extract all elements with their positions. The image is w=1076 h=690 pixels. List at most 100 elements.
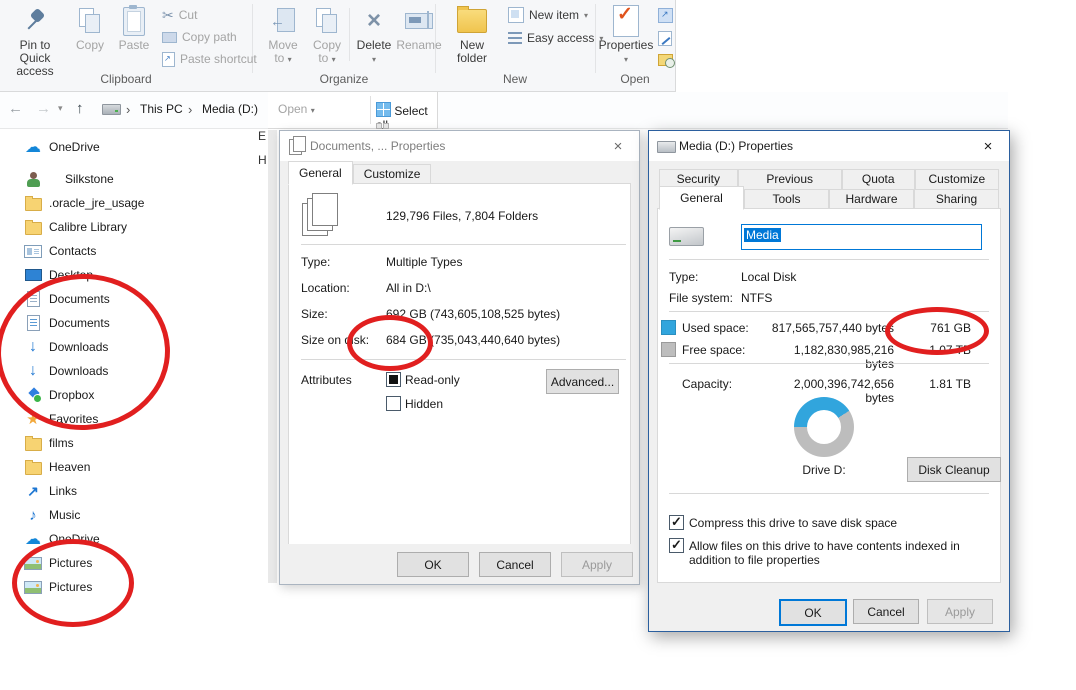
group-label-new: New (440, 72, 590, 86)
pin-to-quick-access-button[interactable]: Pin to Quick access (4, 3, 66, 78)
group-divider (349, 8, 350, 61)
edit-button[interactable] (658, 31, 672, 46)
partial-icon (383, 123, 389, 129)
group-label-clipboard: Clipboard (40, 72, 212, 86)
location-value: All in D:\ (386, 281, 431, 295)
divider (301, 359, 626, 360)
tab-tools[interactable]: Tools (744, 189, 829, 210)
cancel-button[interactable]: Cancel (479, 552, 551, 577)
tab-general[interactable]: General (288, 161, 353, 185)
sidebar-item-favorites[interactable]: ★ Favorites (24, 407, 98, 431)
move-to-icon (270, 7, 296, 35)
ok-button[interactable]: OK (779, 599, 847, 626)
size-value: 692 GB (743,605,108,525 bytes) (386, 307, 560, 321)
open-menu-button[interactable]: Open ▾ (278, 102, 315, 116)
breadcrumb-this-pc[interactable]: This PC (140, 102, 183, 116)
read-only-checkbox[interactable] (386, 372, 401, 387)
dropdown-caret-icon: ▾ (288, 55, 292, 64)
sidebar-item-links[interactable]: ↗ Links (24, 479, 77, 503)
ok-button[interactable]: OK (397, 552, 469, 577)
new-item-button[interactable]: New item ▾ (508, 7, 588, 23)
up-arrow-icon[interactable]: ↑ (76, 100, 84, 117)
tab-previous-versions[interactable]: Previous Versions (738, 169, 842, 190)
sidebar-item-dropbox[interactable]: Dropbox (24, 383, 94, 407)
tab-customize[interactable]: Customize (915, 169, 999, 190)
sidebar-item-pictures[interactable]: Pictures (24, 551, 92, 575)
copy-path-button[interactable]: Copy path (162, 29, 237, 45)
documents-properties-dialog: Documents, ... Properties × General Cust… (279, 130, 640, 585)
sidebar-item-contacts[interactable]: Contacts (24, 239, 96, 263)
disk-cleanup-button[interactable]: Disk Cleanup (907, 457, 1001, 482)
read-only-label: Read-only (405, 373, 460, 387)
apply-button[interactable]: Apply (927, 599, 993, 624)
hidden-checkbox[interactable] (386, 396, 401, 411)
sidebar-item-user[interactable]: Silkstone (24, 167, 114, 191)
tab-strip-row-2: General Tools Hardware Sharing (659, 189, 999, 210)
rename-button[interactable]: Rename (396, 3, 442, 52)
sidebar-item-downloads[interactable]: ↓ Downloads (24, 359, 108, 383)
tab-quota[interactable]: Quota (842, 169, 915, 190)
sidebar-item-documents[interactable]: Documents (24, 311, 110, 335)
dialog-footer: OK Cancel Apply (649, 589, 1009, 631)
folder-icon (24, 220, 42, 235)
easy-access-button[interactable]: Easy access ▾ (508, 30, 603, 46)
sidebar-item-onedrive[interactable]: ☁ OneDrive (24, 135, 100, 159)
allow-indexing-checkbox[interactable] (669, 538, 684, 553)
close-icon[interactable]: × (597, 131, 639, 161)
cancel-button[interactable]: Cancel (853, 599, 919, 624)
sidebar-item-onedrive[interactable]: ☁ OneDrive (24, 527, 100, 551)
back-arrow-icon[interactable]: ← (8, 100, 23, 117)
copy-button[interactable]: Copy (70, 3, 110, 52)
sidebar-item-oracle-jre-usage[interactable]: .oracle_jre_usage (24, 191, 144, 215)
close-icon[interactable]: × (967, 131, 1009, 161)
drive-name-input[interactable]: Media (741, 224, 982, 250)
dialog-titlebar[interactable]: Documents, ... Properties × (280, 131, 639, 161)
new-folder-button[interactable]: New folder (446, 3, 498, 65)
divider (669, 363, 989, 364)
sidebar-item-desktop[interactable]: Desktop (24, 263, 93, 287)
copy-to-icon (315, 7, 339, 35)
desktop-icon (24, 269, 42, 281)
open-button[interactable] (658, 8, 673, 23)
apply-button[interactable]: Apply (561, 552, 633, 577)
screenshot-canvas: Pin to Quick access Copy Paste ✂ Cut Cop… (0, 0, 1076, 690)
partial-file-label: E (258, 129, 266, 143)
sidebar-item-documents[interactable]: Documents (24, 287, 110, 311)
breadcrumb-media-d[interactable]: Media (D:) (202, 102, 258, 116)
advanced-button[interactable]: Advanced... (546, 369, 619, 394)
history-button[interactable] (658, 54, 673, 66)
tab-general[interactable]: General (659, 186, 744, 210)
divider (669, 493, 989, 494)
compress-drive-checkbox[interactable] (669, 515, 684, 530)
sidebar-item-calibre-library[interactable]: Calibre Library (24, 215, 127, 239)
tab-customize[interactable]: Customize (353, 164, 432, 185)
file-list-scrollbar[interactable] (268, 130, 277, 583)
forward-arrow-icon[interactable]: → (36, 100, 51, 117)
delete-button[interactable]: × Delete ▾ (352, 3, 396, 66)
capacity-size: 1.81 TB (899, 377, 971, 391)
move-to-button[interactable]: Move to ▾ (262, 3, 304, 66)
dialog-titlebar[interactable]: Media (D:) Properties × (649, 131, 1009, 161)
sidebar-item-films[interactable]: films (24, 431, 74, 455)
free-space-swatch (661, 342, 676, 357)
sidebar-item-music[interactable]: ♪ Music (24, 503, 80, 527)
sidebar-item-pictures[interactable]: Pictures (24, 575, 92, 599)
group-label-organize: Organize (258, 72, 430, 86)
free-space-size: 1.07 TB (899, 343, 971, 357)
drive-usage-donut (794, 397, 854, 457)
delete-x-icon: × (367, 9, 381, 33)
sidebar-item-heaven[interactable]: Heaven (24, 455, 90, 479)
cut-button[interactable]: ✂ Cut (162, 7, 197, 23)
tab-hardware[interactable]: Hardware (829, 189, 914, 210)
size-label: Size: (301, 307, 328, 321)
ribbon: Pin to Quick access Copy Paste ✂ Cut Cop… (0, 0, 676, 92)
recent-locations-caret-icon[interactable]: ▾ (58, 103, 63, 114)
paste-button[interactable]: Paste (112, 3, 156, 52)
properties-button[interactable]: Properties ▾ (598, 3, 654, 66)
paste-shortcut-button[interactable]: Paste shortcut (162, 51, 257, 67)
folder-icon (24, 196, 42, 211)
sidebar-item-downloads[interactable]: ↓ Downloads (24, 335, 108, 359)
new-item-icon (508, 7, 524, 23)
tab-sharing[interactable]: Sharing (914, 189, 999, 210)
copy-to-button[interactable]: Copy to ▾ (306, 3, 348, 66)
